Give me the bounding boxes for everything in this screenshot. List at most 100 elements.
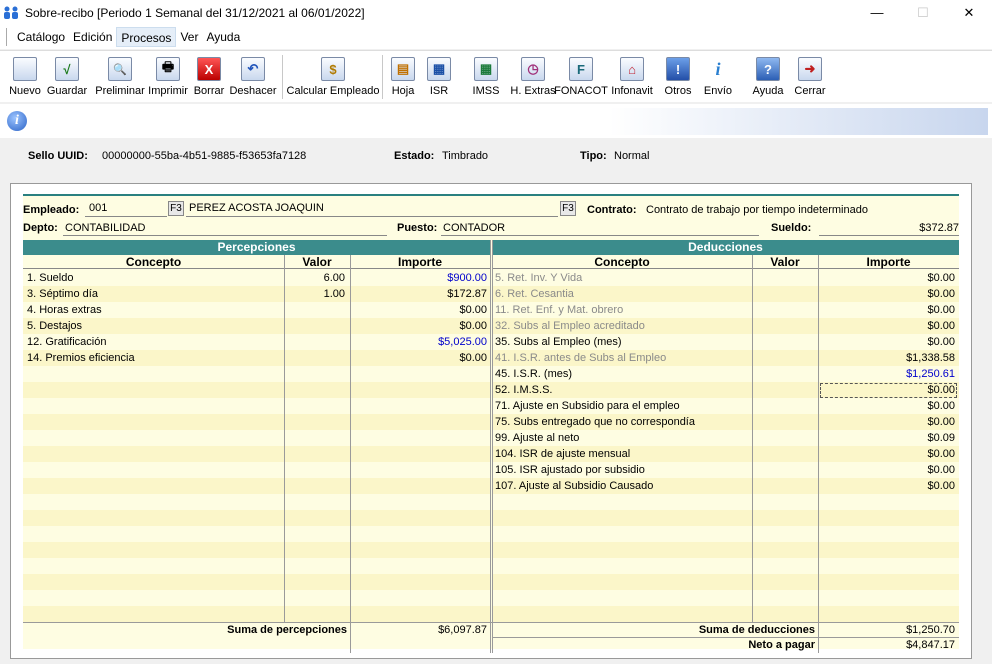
ded-concepto[interactable]: 105. ISR ajustado por subsidio [495,462,645,478]
ded-importe[interactable]: $0.00 [819,286,955,302]
ded-importe[interactable]: $0.00 [819,318,955,334]
calcular-empleado-button[interactable]: $ Calcular Empleado [286,53,380,101]
send-info-icon: i [715,58,721,79]
ded-concepto[interactable]: 11. Ret. Enf. y Mat. obrero [495,302,623,318]
puesto-underline [441,235,759,236]
f3-contrato-button[interactable]: F3 [560,201,576,216]
ded-importe[interactable]: $0.00 [819,302,955,318]
imss-icon: ▦ [474,57,498,81]
otros-button[interactable]: ! Otros [662,53,694,101]
help-icon: ? [756,57,780,81]
perc-concepto[interactable]: 12. Gratificación [27,334,106,350]
perc-concepto[interactable]: 5. Destajos [27,318,82,334]
perc-valor[interactable]: 1.00 [285,286,345,302]
ded-concepto[interactable]: 107. Ajuste al Subsidio Causado [495,478,653,494]
minimize-button[interactable]: — [854,0,900,25]
neto-value: $4,847.17 [906,639,955,651]
guardar-button[interactable]: √ Guardar [46,53,88,101]
ded-concepto[interactable]: 45. I.S.R. (mes) [495,366,572,382]
perc-importe[interactable]: $0.00 [351,302,487,318]
overtime-icon: ◷ [521,57,545,81]
infonavit-button[interactable]: ⌂ Infonavit [608,53,656,101]
ayuda-button[interactable]: ? Ayuda [750,53,786,101]
ded-importe[interactable]: $1,338.58 [819,350,955,366]
ded-importe[interactable]: $0.00 [819,398,955,414]
ded-importe[interactable]: $1,250.61 [819,366,955,382]
seal-row: Sello UUID: 00000000-55ba-4b51-9885-f536… [0,148,992,166]
ded-importe[interactable]: $0.00 [819,382,955,398]
print-icon: 🖶 [156,57,180,81]
empleado-name-field[interactable]: PEREZ ACOSTA JOAQUIN [189,202,324,214]
maximize-button[interactable]: ☐ [900,0,946,25]
perc-importe[interactable]: $5,025.00 [351,334,487,350]
perc-col-concepto: Concepto [23,255,284,269]
ded-importe[interactable]: $0.00 [819,334,955,350]
envio-button[interactable]: i Envío [702,53,734,101]
ded-concepto[interactable]: 75. Subs entregado que no correspondía [495,414,695,430]
toolbar-separator [382,55,383,99]
ded-importe[interactable]: $0.00 [819,270,955,286]
preview-icon: 🔍 [108,57,132,81]
neto-label: Neto a pagar [748,639,815,651]
imss-button[interactable]: ▦ IMSS [470,53,502,101]
payslip-form: Empleado: 001 F3 PEREZ ACOSTA JOAQUIN F3… [23,194,959,653]
close-button[interactable]: ✕ [946,0,992,25]
sueldo-label: Sueldo: [771,222,812,234]
grid-divider [490,240,491,653]
empleado-id-field[interactable]: 001 [89,202,107,214]
percepciones-header: Percepciones [23,240,490,255]
ded-concepto[interactable]: 41. I.S.R. antes de Subs al Empleo [495,350,666,366]
perc-col-importe: Importe [350,255,490,269]
ded-concepto[interactable]: 5. Ret. Inv. Y Vida [495,270,582,286]
ded-concepto[interactable]: 99. Ajuste al neto [495,430,579,446]
perc-valor[interactable]: 6.00 [285,270,345,286]
empleado-id-underline [85,216,167,217]
title-bar: Sobre-recibo [Periodo 1 Semanal del 31/1… [0,0,992,25]
app-people-icon [4,6,18,19]
ded-concepto[interactable]: 35. Subs al Empleo (mes) [495,334,622,350]
perc-importe[interactable]: $172.87 [351,286,487,302]
perc-concepto[interactable]: 3. Séptimo día [27,286,98,302]
ded-concepto[interactable]: 6. Ret. Cesantia [495,286,574,302]
ded-concepto[interactable]: 52. I.M.S.S. [495,382,552,398]
menu-ayuda[interactable]: Ayuda [202,27,244,47]
ded-importe[interactable]: $0.00 [819,478,955,494]
exit-icon: ➜ [798,57,822,81]
menu-edicion[interactable]: Edición [69,27,116,47]
ded-concepto[interactable]: 71. Ajuste en Subsidio para el empleo [495,398,680,414]
imprimir-button[interactable]: 🖶 Imprimir [148,53,188,101]
perc-concepto[interactable]: 4. Horas extras [27,302,102,318]
ded-col-importe: Importe [818,255,959,269]
perc-importe[interactable]: $900.00 [351,270,487,286]
hoja-button[interactable]: ▤ Hoja [388,53,418,101]
perc-concepto[interactable]: 14. Premios eficiencia [27,350,135,366]
menu-catalogo[interactable]: Catálogo [13,27,69,47]
perc-importe[interactable]: $0.00 [351,318,487,334]
isr-button[interactable]: ▦ ISR [424,53,454,101]
ded-importe[interactable]: $0.00 [819,462,955,478]
ded-importe[interactable]: $0.00 [819,414,955,430]
ded-importe[interactable]: $0.00 [819,446,955,462]
nuevo-button[interactable]: Nuevo [6,53,44,101]
info-gradient [40,108,988,135]
deshacer-button[interactable]: ↶ Deshacer [228,53,278,101]
sueldo-value: $372.87 [919,222,959,234]
perc-concepto[interactable]: 1. Sueldo [27,270,73,286]
borrar-button[interactable]: X Borrar [192,53,226,101]
toolbar: Nuevo √ Guardar 🔍 Preliminar 🖶 Imprimir X Bo… [0,50,992,102]
ded-importe[interactable]: $0.09 [819,430,955,446]
cerrar-button[interactable]: ➜ Cerrar [792,53,828,101]
ded-concepto[interactable]: 32. Subs al Empleo acreditado [495,318,645,334]
calculate-icon: $ [321,57,345,81]
ded-concepto[interactable]: 104. ISR de ajuste mensual [495,446,630,462]
infonavit-icon: ⌂ [620,57,644,81]
horas-extras-button[interactable]: ◷ H. Extras [508,53,558,101]
perc-importe[interactable]: $0.00 [351,350,487,366]
tipo-value: Normal [614,150,650,162]
preliminar-button[interactable]: 🔍 Preliminar [95,53,145,101]
f3-empleado-button[interactable]: F3 [168,201,184,216]
fonacot-button[interactable]: F FONACOT [554,53,608,101]
menu-procesos[interactable]: Procesos [116,27,177,47]
contrato-label: Contrato: [587,204,637,216]
menu-ver[interactable]: Ver [176,27,202,47]
